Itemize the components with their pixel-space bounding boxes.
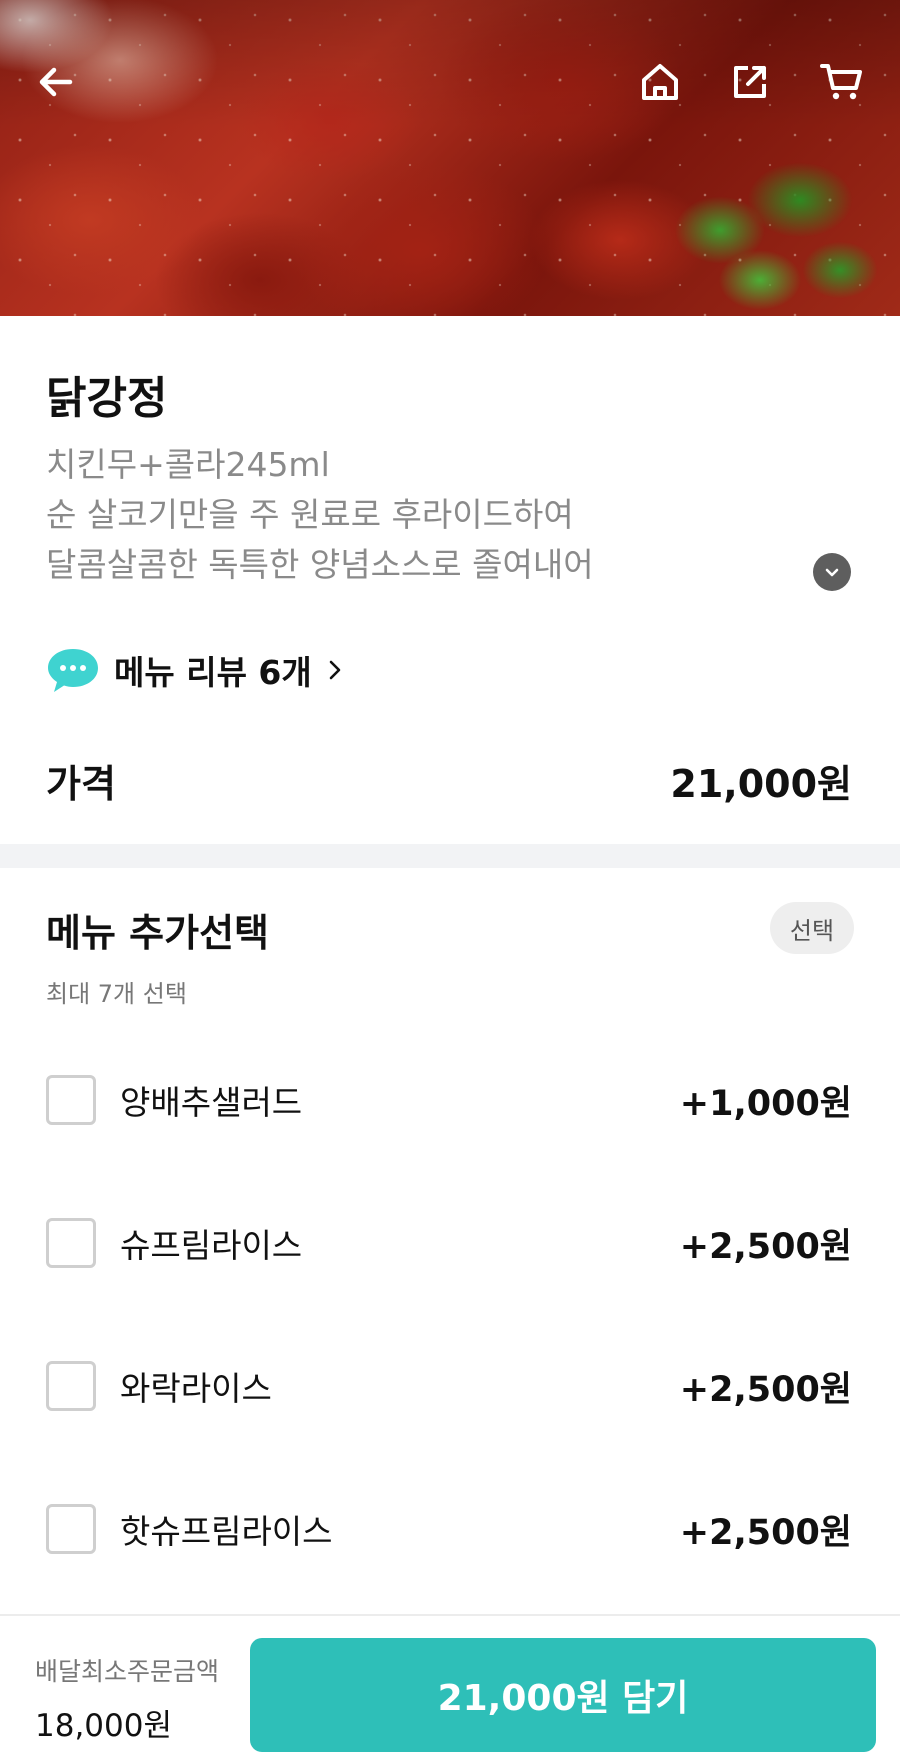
- min-order-label: 배달최소주문금액: [35, 1657, 220, 1686]
- option-checkbox[interactable]: [46, 1075, 96, 1125]
- option-price: +2,500원: [679, 1512, 852, 1553]
- price-row: 가격 21,000원: [46, 748, 852, 812]
- cart-button[interactable]: [810, 50, 874, 114]
- speech-bubble-icon: [48, 649, 98, 692]
- back-button[interactable]: [24, 50, 88, 114]
- share-icon: [734, 66, 766, 98]
- option-checkbox[interactable]: [46, 1361, 96, 1411]
- options-title: 메뉴 추가선택: [46, 911, 269, 955]
- option-price: +1,000원: [679, 1083, 852, 1124]
- expand-description-button[interactable]: [813, 553, 851, 591]
- min-order-value: 18,000원: [35, 1708, 172, 1744]
- option-item[interactable]: 핫슈프림라이스 +2,500원: [46, 1499, 852, 1559]
- option-name: 양배추샐러드: [120, 1083, 303, 1122]
- home-button[interactable]: [628, 50, 692, 114]
- option-item[interactable]: 슈프림라이스 +2,500원: [46, 1213, 852, 1273]
- option-item[interactable]: 양배추샐러드 +1,000원: [46, 1070, 852, 1130]
- description-line: 순 살코기만을 주 원료로 후라이드하여: [46, 495, 574, 534]
- options-subtitle: 최대 7개 선택: [46, 980, 187, 1008]
- home-icon: [642, 64, 678, 100]
- optional-badge: 선택: [770, 902, 854, 954]
- menu-title: 닭강정: [46, 373, 168, 424]
- share-button[interactable]: [718, 50, 782, 114]
- option-name: 와락라이스: [120, 1369, 272, 1408]
- description-line: 달콤살콤한 독특한 양념소스로 졸여내어: [46, 545, 594, 584]
- cart-icon: [820, 64, 862, 100]
- photo-shade: [0, 0, 900, 316]
- arrow-left-icon: [39, 67, 73, 97]
- description-line: 치킨무+콜라245ml: [46, 445, 330, 484]
- option-checkbox[interactable]: [46, 1218, 96, 1268]
- menu-review-link[interactable]: 메뉴 리뷰 6개: [46, 640, 346, 700]
- option-price: +2,500원: [679, 1226, 852, 1267]
- add-to-cart-button[interactable]: 21,000원 담기: [250, 1638, 876, 1752]
- option-price: +2,500원: [679, 1369, 852, 1410]
- option-name: 핫슈프림라이스: [120, 1512, 333, 1551]
- chevron-right-icon: [329, 660, 341, 680]
- price-label: 가격: [46, 761, 116, 806]
- menu-photo: [0, 0, 900, 316]
- option-name: 슈프림라이스: [120, 1226, 303, 1265]
- option-item[interactable]: 와락라이스 +2,500원: [46, 1356, 852, 1416]
- menu-description: 치킨무+콜라245ml 순 살코기만을 주 원료로 후라이드하여 달콤살콤한 독…: [46, 440, 594, 590]
- option-checkbox[interactable]: [46, 1504, 96, 1554]
- section-divider: [0, 844, 900, 868]
- chevron-down-icon: [825, 568, 839, 577]
- review-count-label: 메뉴 리뷰 6개: [114, 653, 312, 692]
- price-value: 21,000원: [670, 761, 852, 806]
